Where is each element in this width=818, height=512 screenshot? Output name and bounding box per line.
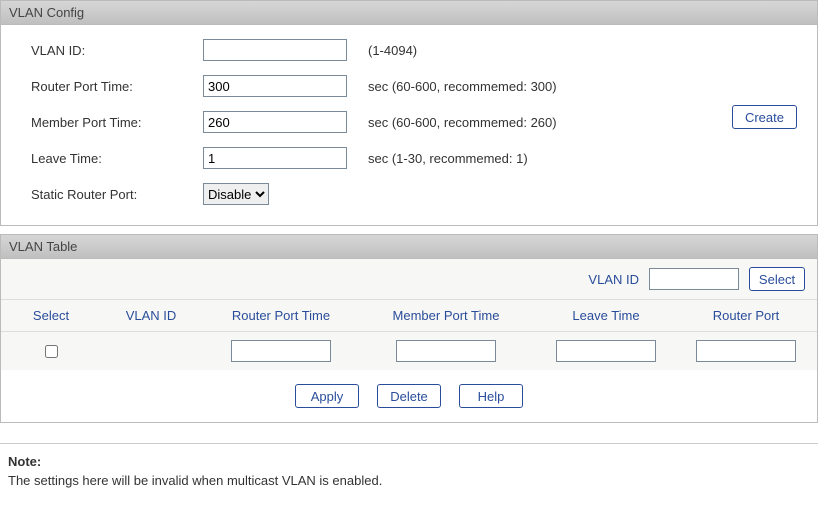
row-router-port-input[interactable] [696, 340, 796, 362]
th-router-port: Router Port [681, 308, 811, 323]
th-vlan-id: VLAN ID [101, 308, 201, 323]
member-port-time-row: Member Port Time: sec (60-600, recommeme… [31, 111, 787, 133]
note-text: The settings here will be invalid when m… [8, 473, 810, 488]
router-port-time-input[interactable] [203, 75, 347, 97]
vlan-config-panel: VLAN Config VLAN ID: (1-4094) Router Por… [0, 0, 818, 226]
vlan-table-search-input[interactable] [649, 268, 739, 290]
static-router-port-label: Static Router Port: [31, 187, 203, 202]
th-select: Select [1, 308, 101, 323]
apply-button[interactable]: Apply [295, 384, 359, 408]
leave-time-label: Leave Time: [31, 151, 203, 166]
vlan-table-title: VLAN Table [1, 235, 817, 259]
th-member-port-time: Member Port Time [361, 308, 531, 323]
delete-button[interactable]: Delete [377, 384, 441, 408]
note-title: Note: [8, 454, 810, 469]
leave-time-hint: sec (1-30, recommemed: 1) [368, 151, 528, 166]
vlan-id-hint: (1-4094) [368, 43, 417, 58]
row-router-port-time-input[interactable] [231, 340, 331, 362]
vlan-table-panel: VLAN Table VLAN ID Select Select VLAN ID… [0, 234, 818, 423]
table-buttons: Apply Delete Help [1, 370, 817, 422]
table-row [1, 332, 817, 370]
router-port-time-hint: sec (60-600, recommemed: 300) [368, 79, 557, 94]
member-port-time-input[interactable] [203, 111, 347, 133]
select-button[interactable]: Select [749, 267, 805, 291]
vlan-table-search-row: VLAN ID Select [1, 259, 817, 300]
vlan-config-body: VLAN ID: (1-4094) Router Port Time: sec … [1, 25, 817, 225]
vlan-id-label: VLAN ID: [31, 43, 203, 58]
vlan-table-body: VLAN ID Select Select VLAN ID Router Por… [1, 259, 817, 422]
vlan-id-row: VLAN ID: (1-4094) [31, 39, 787, 61]
th-router-port-time: Router Port Time [201, 308, 361, 323]
vlan-id-input[interactable] [203, 39, 347, 61]
static-router-port-select[interactable]: Disable [203, 183, 269, 205]
router-port-time-label: Router Port Time: [31, 79, 203, 94]
help-button[interactable]: Help [459, 384, 523, 408]
note-block: Note: The settings here will be invalid … [0, 443, 818, 498]
create-button[interactable]: Create [732, 105, 797, 129]
th-leave-time: Leave Time [531, 308, 681, 323]
leave-time-row: Leave Time: sec (1-30, recommemed: 1) [31, 147, 787, 169]
row-member-port-time-input[interactable] [396, 340, 496, 362]
router-port-time-row: Router Port Time: sec (60-600, recommeme… [31, 75, 787, 97]
vlan-config-title: VLAN Config [1, 1, 817, 25]
vlan-table-header: Select VLAN ID Router Port Time Member P… [1, 300, 817, 332]
static-router-port-row: Static Router Port: Disable [31, 183, 787, 205]
vlan-table-search-label: VLAN ID [588, 272, 639, 287]
row-leave-time-input[interactable] [556, 340, 656, 362]
leave-time-input[interactable] [203, 147, 347, 169]
member-port-time-label: Member Port Time: [31, 115, 203, 130]
row-select-checkbox[interactable] [45, 345, 58, 358]
member-port-time-hint: sec (60-600, recommemed: 260) [368, 115, 557, 130]
